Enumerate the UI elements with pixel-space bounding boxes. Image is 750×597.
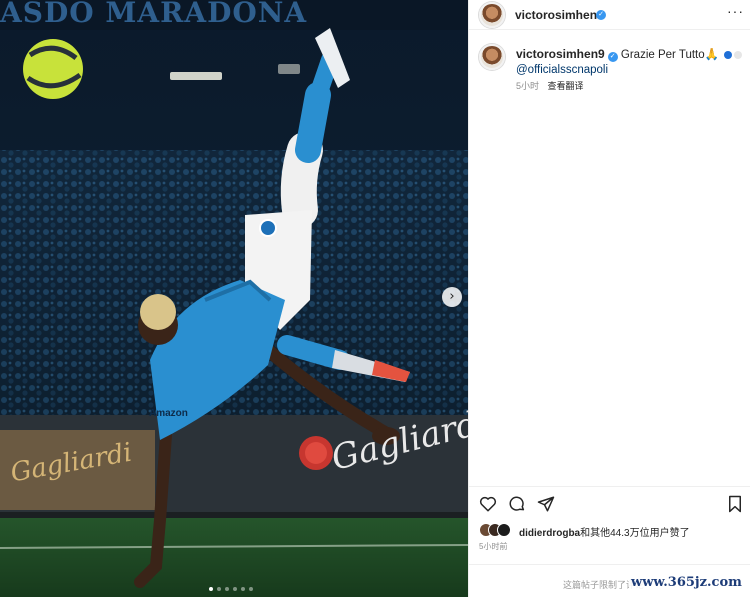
post-caption: victorosimhen9 ✓ Grazie Per Tutto🙏 @offic… — [516, 47, 744, 78]
comment-bar: 这篇帖子限制了评论 www.365jz.com — [469, 564, 750, 597]
share-icon[interactable] — [537, 495, 555, 513]
caption-avatar[interactable] — [479, 44, 505, 70]
caption-time: 5小时 — [516, 81, 540, 91]
likes-count-text: 和其他44.3万位用户赞了 — [580, 528, 690, 539]
mention-link[interactable]: @officialsscnapoli — [516, 63, 744, 78]
carousel-dot — [209, 587, 213, 591]
post-actions — [469, 486, 750, 520]
post-photo[interactable]: ASDO MARADONA Gagliardi Gagliardi Amazon… — [0, 0, 468, 597]
carousel-dot — [249, 587, 253, 591]
verified-badge-icon: ✓ — [607, 52, 618, 62]
site-watermark: www.365jz.com — [629, 575, 744, 590]
caption-username[interactable]: victorosimhen9 — [516, 47, 605, 61]
caption-text: Grazie Per Tutto🙏 — [620, 49, 719, 61]
carousel-next-button[interactable]: › — [442, 287, 462, 307]
carousel-dot — [241, 587, 245, 591]
liker-username[interactable]: didierdrogba — [519, 528, 580, 539]
stadium-banner-text: ASDO MARADONA — [0, 0, 308, 26]
carousel-dot — [217, 587, 221, 591]
chevron-right-icon: › — [449, 289, 455, 304]
carousel-indicator — [209, 587, 253, 591]
verified-badge-icon: ✓ — [596, 10, 606, 20]
bookmark-icon[interactable] — [727, 495, 743, 513]
carousel-dot — [225, 587, 229, 591]
more-options-icon[interactable]: ··· — [727, 3, 744, 19]
photo-scene — [0, 0, 468, 597]
shirt-sponsor-text: Amazon — [149, 408, 188, 419]
caption-meta: 5小时 查看翻译 — [516, 79, 584, 92]
heart-icon[interactable] — [479, 495, 497, 513]
emoji-dot-icon — [724, 51, 733, 59]
see-translation-link[interactable]: 查看翻译 — [548, 81, 584, 91]
liker-avatar — [497, 523, 511, 537]
avatar[interactable] — [479, 2, 505, 28]
carousel-dot — [233, 587, 237, 591]
comment-icon[interactable] — [508, 495, 526, 513]
post-header: victorosimhen9 ✓ ··· — [469, 0, 750, 30]
emoji-dot-icon — [734, 51, 743, 59]
post-timestamp: 5小时前 — [479, 542, 508, 551]
likes-text: didierdrogba和其他44.3万位用户赞了 — [519, 524, 690, 539]
flag-emoji — [722, 49, 743, 61]
post-sidebar: victorosimhen9 ✓ ··· victorosimhen9 ✓ Gra… — [468, 0, 750, 597]
header-username[interactable]: victorosimhen9 — [515, 8, 604, 22]
